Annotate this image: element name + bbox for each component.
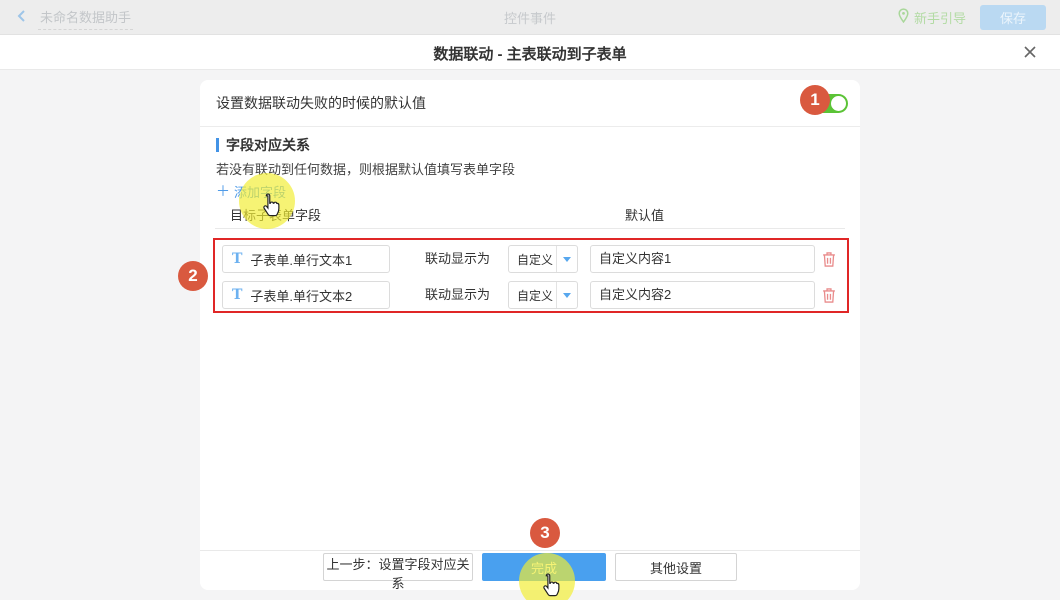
chevron-down-icon [563, 293, 571, 298]
step-badge-2: 2 [178, 261, 208, 291]
relation-label: 联动显示为 [425, 281, 490, 309]
add-field-label: 添加字段 [234, 182, 286, 201]
target-field-picker[interactable]: T 子表单.单行文本1 [222, 245, 390, 273]
beginner-guide-link[interactable]: 新手引导 [897, 8, 966, 27]
column-header-default-value: 默认值 [625, 205, 664, 224]
delete-row-button[interactable] [821, 251, 837, 268]
target-field-name: 子表单.单行文本1 [250, 250, 352, 269]
topbar: 未命名数据助手 控件事件 新手引导 保存 [0, 0, 1060, 35]
beginner-guide-label: 新手引导 [914, 8, 966, 27]
chevron-down-icon [563, 257, 571, 262]
field-mapping-section-title: 字段对应关系 [216, 135, 310, 155]
plus-icon: ＋ [216, 181, 230, 201]
other-settings-button[interactable]: 其他设置 [615, 553, 737, 581]
trash-icon [821, 292, 837, 307]
default-value-input[interactable]: 自定义内容2 [590, 281, 815, 309]
close-icon [1022, 48, 1038, 63]
mode-selected-value: 自定义 [509, 287, 556, 304]
close-button[interactable] [1022, 44, 1038, 62]
mode-dropdown[interactable]: 自定义 [508, 245, 578, 273]
relation-label: 联动显示为 [425, 245, 490, 273]
modal-header: 数据联动 - 主表联动到子表单 [0, 35, 1060, 70]
modal-body: 设置数据联动失败的时候的默认值 开 字段对应关系 若没有联动到任何数据，则根据默… [0, 71, 1060, 600]
modal-title: 数据联动 - 主表联动到子表单 [0, 43, 1060, 64]
mapping-row: T 子表单.单行文本1 联动显示为 自定义 自定义内容1 [215, 245, 847, 273]
pin-icon [897, 8, 910, 26]
footer-buttons: 上一步：设置字段对应关系 完成 其他设置 [200, 553, 860, 581]
mapping-row: T 子表单.单行文本2 联动显示为 自定义 自定义内容2 [215, 281, 847, 309]
default-value-toggle-label: 设置数据联动失败的时候的默认值 [216, 93, 426, 113]
mapping-table-header: 目标子表单字段 默认值 [200, 205, 860, 225]
text-field-icon: T [232, 251, 242, 267]
default-value-toggle-row: 设置数据联动失败的时候的默认值 开 [200, 80, 860, 127]
field-mapping-description: 若没有联动到任何数据，则根据默认值填写表单字段 [216, 159, 515, 178]
add-field-link[interactable]: ＋ 添加字段 [216, 181, 286, 201]
dropdown-caret-zone[interactable] [556, 282, 577, 308]
default-value-input[interactable]: 自定义内容1 [590, 245, 815, 273]
target-field-name: 子表单.单行文本2 [250, 286, 352, 305]
save-button[interactable]: 保存 [980, 5, 1046, 30]
step-badge-3: 3 [530, 518, 560, 548]
trash-icon [821, 256, 837, 271]
annotation-red-box: T 子表单.单行文本1 联动显示为 自定义 自定义内容1 T [213, 238, 849, 313]
toggle-knob [831, 96, 846, 111]
column-header-target-field: 目标子表单字段 [230, 205, 321, 224]
mode-selected-value: 自定义 [509, 251, 556, 268]
text-field-icon: T [232, 287, 242, 303]
mode-dropdown[interactable]: 自定义 [508, 281, 578, 309]
finish-button[interactable]: 完成 [482, 553, 606, 581]
footer-divider [200, 550, 860, 551]
previous-step-button[interactable]: 上一步：设置字段对应关系 [323, 553, 473, 581]
delete-row-button[interactable] [821, 287, 837, 304]
target-field-picker[interactable]: T 子表单.单行文本2 [222, 281, 390, 309]
table-header-divider [215, 228, 845, 229]
chevron-left-icon [14, 8, 30, 27]
dropdown-caret-zone[interactable] [556, 246, 577, 272]
section-accent-bar [216, 138, 219, 152]
step-badge-1: 1 [800, 85, 830, 115]
assistant-name-field[interactable]: 未命名数据助手 [38, 5, 133, 30]
back-button[interactable] [14, 8, 30, 27]
settings-panel: 设置数据联动失败的时候的默认值 开 字段对应关系 若没有联动到任何数据，则根据默… [200, 80, 860, 590]
